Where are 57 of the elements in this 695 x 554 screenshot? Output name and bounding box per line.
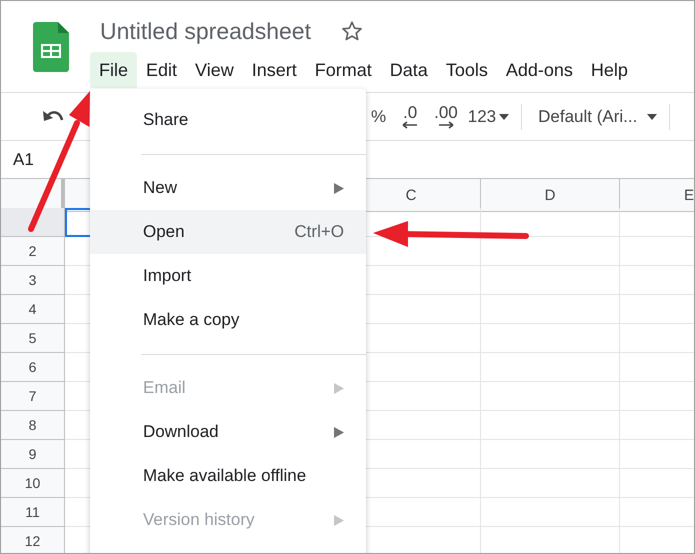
menu-bar-item[interactable]: Format	[306, 52, 381, 88]
menu-bar-item[interactable]: File	[90, 52, 138, 88]
grid-cell[interactable]	[481, 382, 620, 411]
row-header[interactable]: 12	[1, 527, 65, 553]
submenu-arrow-icon	[334, 426, 344, 438]
menu-bar-item[interactable]: Help	[582, 52, 637, 88]
menu-bar-item[interactable]: Add-ons	[496, 52, 582, 88]
menu-item[interactable]: Make available offline	[90, 454, 366, 498]
row-header[interactable]: 11	[1, 498, 65, 527]
grid-cell[interactable]	[481, 469, 620, 498]
menu-bar-item[interactable]: View	[186, 52, 243, 88]
submenu-arrow-icon	[334, 382, 344, 394]
column-header[interactable]: E	[620, 179, 694, 212]
menu-item[interactable]: Share	[90, 98, 366, 142]
row-header[interactable]: 3	[1, 266, 65, 295]
row-header[interactable]: 8	[1, 411, 65, 440]
grid-cell[interactable]	[481, 237, 620, 266]
document-title[interactable]: Untitled spreadsheet	[100, 18, 311, 44]
grid-cell[interactable]	[481, 440, 620, 469]
submenu-arrow-icon	[334, 514, 344, 526]
grid-cell[interactable]	[481, 266, 620, 295]
menu-item[interactable]: Import	[90, 254, 366, 298]
menu-bar-item[interactable]: Tools	[436, 52, 497, 88]
star-icon[interactable]	[340, 20, 363, 42]
increase-decimal-button[interactable]: .00	[434, 104, 458, 128]
row-header[interactable]: 2	[1, 237, 65, 266]
row-header[interactable]: 4	[1, 295, 65, 324]
grid-cell[interactable]	[481, 295, 620, 324]
grid-cell[interactable]	[481, 498, 620, 527]
spreadsheet-logo-icon[interactable]	[33, 22, 69, 72]
submenu-arrow-icon	[334, 182, 344, 194]
grid-cell[interactable]	[481, 411, 620, 440]
row-header[interactable]: 6	[1, 353, 65, 382]
menu-item[interactable]: Open Ctrl+O	[90, 210, 366, 254]
menu-item[interactable]: Make a copy	[90, 298, 366, 342]
menu-item[interactable]: Download	[90, 410, 366, 454]
percent-format-button[interactable]: %	[371, 106, 386, 126]
row-header[interactable]	[1, 208, 65, 237]
grid-cell[interactable]	[481, 324, 620, 353]
decrease-decimal-button[interactable]: .0	[402, 104, 418, 128]
menu-bar-item[interactable]: Insert	[242, 52, 306, 88]
row-header[interactable]: 9	[1, 440, 65, 469]
font-dropdown[interactable]: Default (Ari...	[538, 106, 658, 126]
row-header[interactable]: 10	[1, 469, 65, 498]
column-header[interactable]: D	[481, 179, 620, 212]
name-box[interactable]: A1	[13, 150, 34, 170]
right-arrow-icon	[438, 120, 454, 128]
menu-bar-item[interactable]: Edit	[137, 52, 186, 88]
shortcut-label: Ctrl+O	[294, 222, 344, 242]
caret-icon	[499, 114, 510, 120]
row-header[interactable]: 7	[1, 382, 65, 411]
menu-bar-item[interactable]: Data	[380, 52, 437, 88]
number-format-dropdown[interactable]: 123	[468, 106, 510, 126]
caret-icon	[647, 114, 658, 120]
grid-cell[interactable]	[481, 353, 620, 382]
left-arrow-icon	[402, 120, 418, 128]
row-header[interactable]: 5	[1, 324, 65, 353]
